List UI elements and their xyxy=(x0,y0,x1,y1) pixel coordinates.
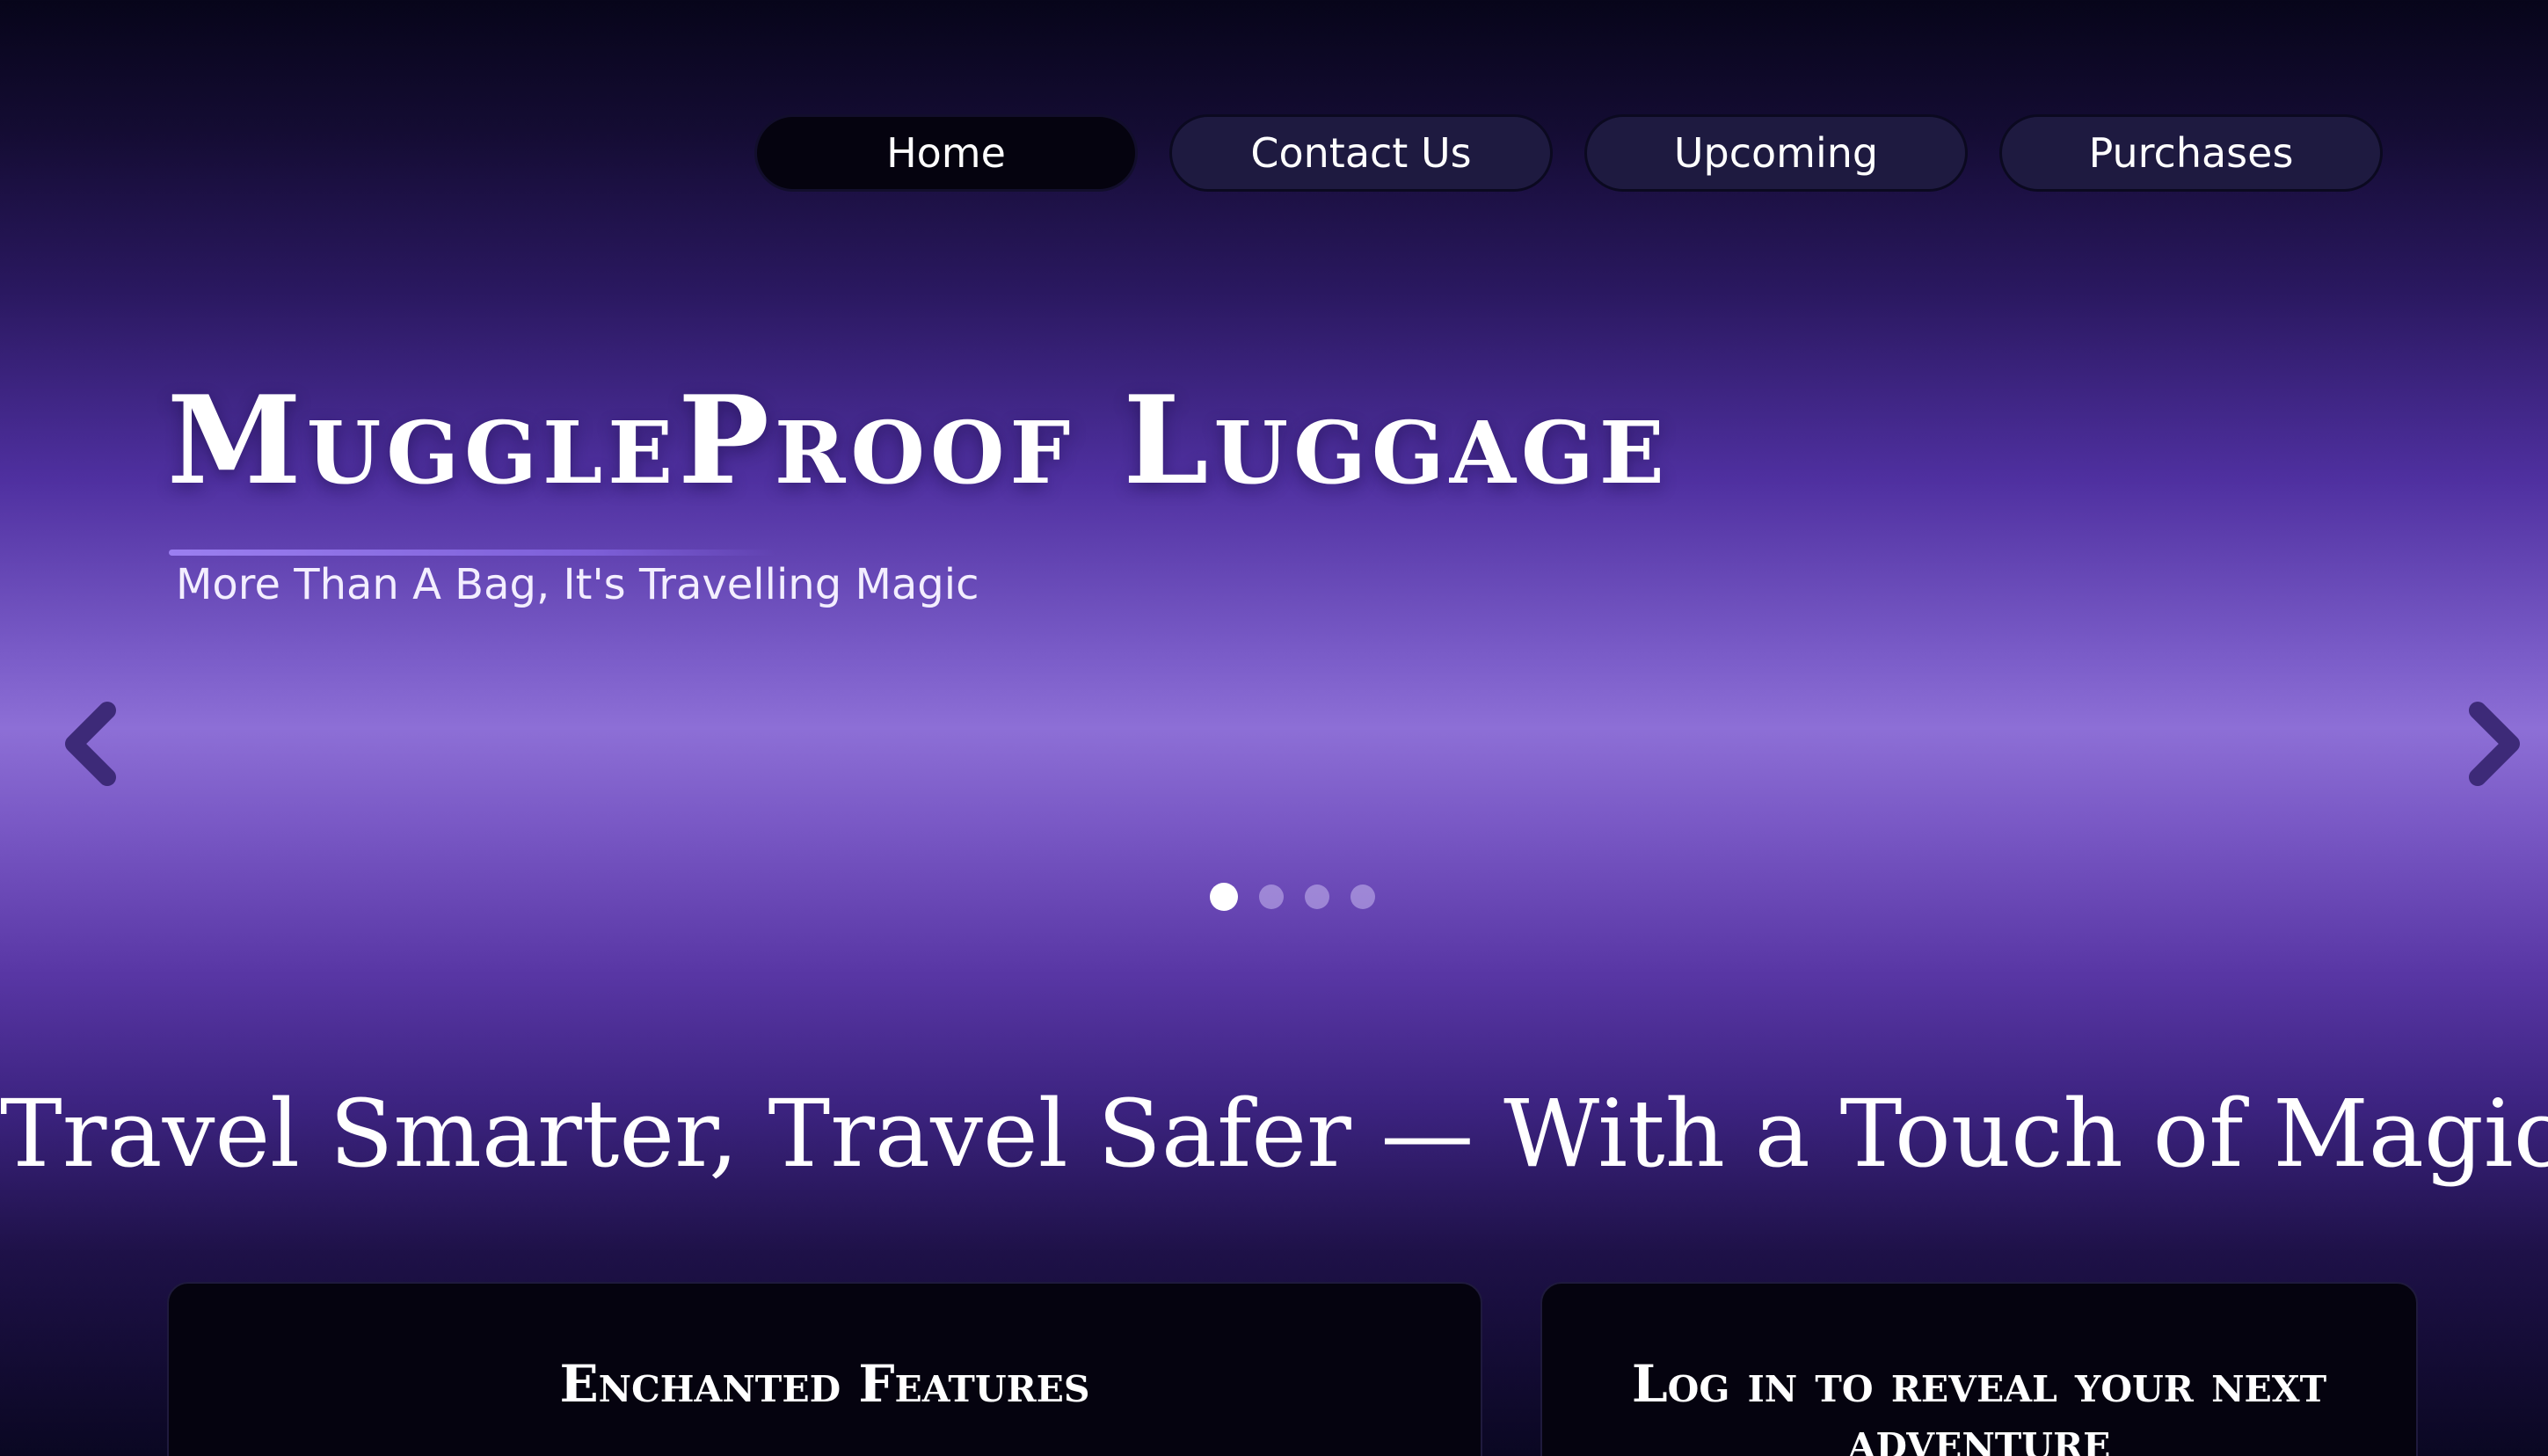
carousel-dot-2[interactable] xyxy=(1259,885,1284,909)
chevron-left-icon xyxy=(65,702,116,786)
carousel-next-button[interactable] xyxy=(2458,700,2529,788)
login-card: Log in to reveal your next adventure xyxy=(1540,1282,2418,1456)
hero-subtitle: More Than A Bag, It's Travelling Magic xyxy=(176,560,979,609)
carousel-dot-3[interactable] xyxy=(1305,885,1329,909)
nav-contact-us-button[interactable]: Contact Us xyxy=(1169,114,1553,192)
main-nav: Home Contact Us Upcoming Purchases xyxy=(754,114,2383,192)
nav-upcoming-button[interactable]: Upcoming xyxy=(1584,114,1968,192)
nav-home-button[interactable]: Home xyxy=(754,114,1138,192)
carousel-prev-button[interactable] xyxy=(56,700,127,788)
chevron-right-icon xyxy=(2469,702,2520,786)
hero-title: MuggleProof Luggage xyxy=(167,368,1670,512)
nav-purchases-button[interactable]: Purchases xyxy=(1999,114,2383,192)
tagline-heading: Travel Smarter, Travel Safer — With a To… xyxy=(0,1080,2548,1188)
login-card-title: Log in to reveal your next adventure xyxy=(1631,1354,2327,1456)
carousel-dot-1[interactable] xyxy=(1210,883,1238,911)
enchanted-features-card: Enchanted Features xyxy=(167,1282,1482,1456)
hero-divider xyxy=(169,550,775,556)
carousel-dots xyxy=(1210,883,1375,911)
features-card-title: Enchanted Features xyxy=(559,1354,1090,1414)
carousel-dot-4[interactable] xyxy=(1350,885,1375,909)
